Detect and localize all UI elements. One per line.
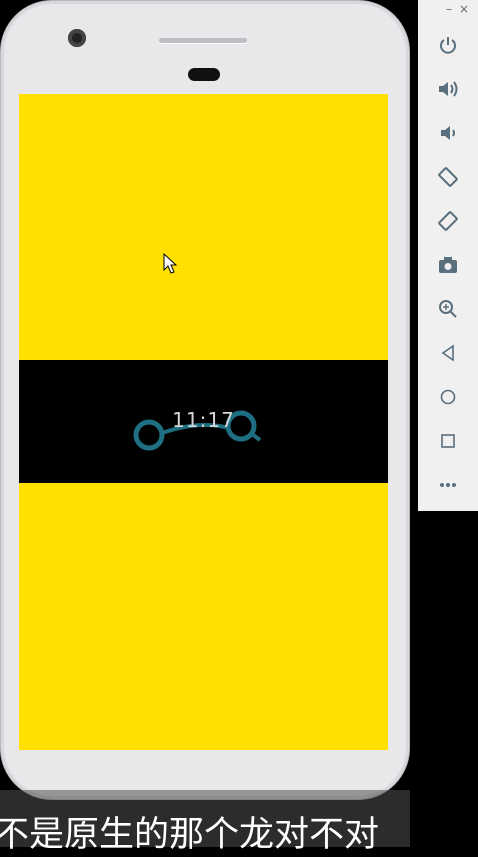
back-triangle-icon (441, 344, 454, 362)
phone-frame: 11:17 (0, 0, 410, 800)
power-button[interactable] (418, 25, 478, 65)
rotate-left-button[interactable] (418, 157, 478, 197)
home-circle-icon (440, 389, 456, 405)
volume-up-icon (439, 81, 458, 97)
mouse-pointer-icon (163, 253, 177, 274)
ring-tail (250, 432, 262, 442)
front-camera (68, 29, 86, 47)
more-dots-icon (440, 483, 456, 487)
home-button[interactable] (418, 377, 478, 417)
zoom-icon (439, 300, 457, 318)
minimize-button[interactable]: – (446, 2, 452, 16)
back-button[interactable] (418, 333, 478, 373)
volume-up-button[interactable] (418, 69, 478, 109)
lockscreen-clock-band[interactable]: 11:17 (19, 360, 388, 483)
rotate-left-icon (438, 167, 458, 187)
overview-square-icon (441, 434, 455, 448)
earpiece-speaker (159, 38, 247, 43)
power-icon (440, 37, 456, 54)
close-button[interactable]: × (459, 2, 469, 16)
volume-down-button[interactable] (418, 113, 478, 153)
camera-icon (439, 257, 457, 273)
rotate-right-button[interactable] (418, 201, 478, 241)
zoom-button[interactable] (418, 289, 478, 329)
subtitle-text: 不是原生的那个龙对不对 (0, 815, 380, 855)
more-button[interactable] (418, 465, 478, 505)
overview-button[interactable] (418, 421, 478, 461)
rotate-right-icon (438, 211, 458, 231)
toolbar-window-controls: – × (418, 0, 478, 20)
proximity-sensor (188, 68, 220, 81)
screenshot-button[interactable] (418, 245, 478, 285)
volume-down-icon (441, 126, 455, 140)
device-screen[interactable]: 11:17 (19, 94, 388, 750)
emulator-toolbar: – × (418, 0, 478, 511)
clock-time: 11:17 (172, 408, 235, 432)
